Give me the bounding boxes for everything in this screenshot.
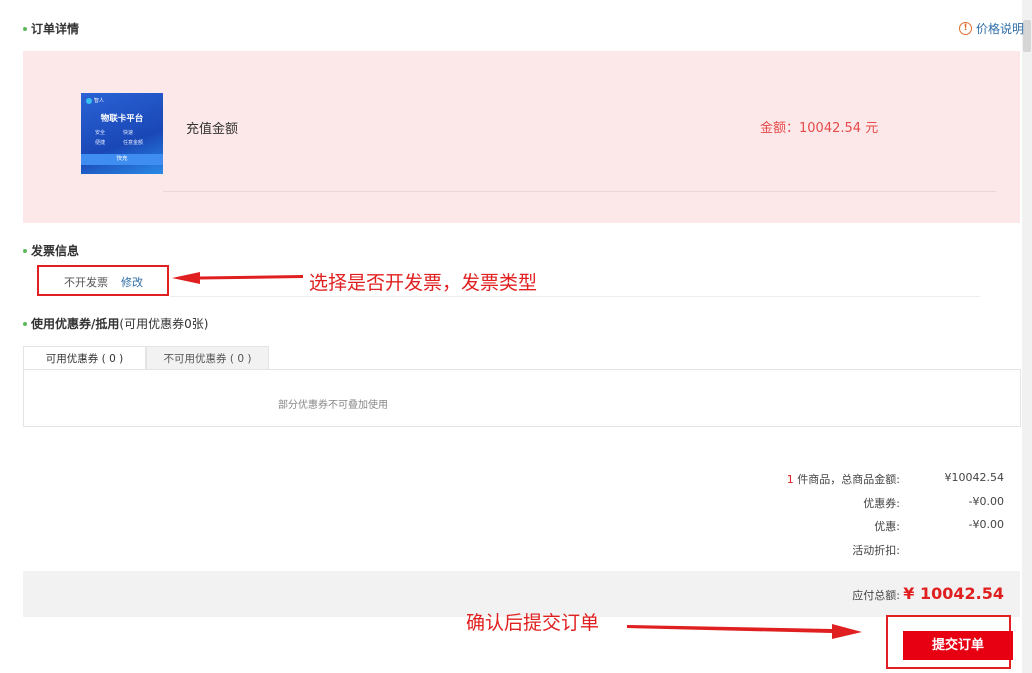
invoice-edit-link[interactable]: 修改: [121, 274, 143, 290]
divider: [170, 296, 980, 297]
submit-order-button[interactable]: 提交订单: [903, 631, 1013, 660]
tab-available-coupons[interactable]: 可用优惠券 ( 0 ): [23, 346, 146, 370]
bullet-dot-icon: [23, 26, 27, 31]
coupon-value: -¥0.00: [968, 495, 1004, 508]
product-feature: 快速: [123, 130, 134, 136]
product-feature: 安全: [95, 130, 106, 136]
activity-discount-label: 活动折扣:: [852, 544, 900, 557]
annotation-arrow-left-icon: [172, 272, 303, 284]
payable-label: 应付总额:: [852, 589, 900, 602]
order-item-panel: [23, 51, 1020, 223]
coupon-panel: [23, 369, 1021, 427]
discount-value: -¥0.00: [968, 518, 1004, 531]
annotation-arrow-right-icon: [627, 624, 862, 639]
page-scrollbar[interactable]: [1022, 0, 1032, 673]
product-image-button: 快充: [81, 154, 163, 165]
invoice-status: 不开发票: [64, 276, 108, 289]
items-total-value: ¥10042.54: [944, 471, 1005, 484]
product-amount: 金额：10042.54 元: [760, 121, 879, 136]
submit-annotation: 确认后提交订单: [466, 612, 600, 634]
product-feature: 便捷: [95, 140, 106, 146]
bullet-dot-icon: [23, 321, 27, 326]
bullet-dot-icon: [23, 248, 27, 253]
coupon-heading: 使用优惠券/抵用(可用优惠券0张): [23, 315, 208, 332]
items-total-label: 1 件商品，总商品金额:: [786, 473, 900, 486]
info-icon: !: [959, 22, 972, 35]
order-details-heading: 订单详情: [23, 20, 79, 37]
brand-logo-icon: [86, 97, 92, 104]
product-image-title: 物联卡平台: [100, 114, 144, 124]
scrollbar-thumb[interactable]: [1023, 20, 1031, 52]
product-brand: 智人: [86, 97, 104, 104]
coupon-label: 优惠券:: [863, 497, 900, 510]
coupon-note: 部分优惠券不可叠加使用: [278, 400, 388, 411]
payable-value: ¥ 10042.54: [903, 584, 1004, 603]
product-feature: 任意金额: [123, 140, 144, 146]
invoice-heading: 发票信息: [23, 242, 79, 259]
product-image: 智人 物联卡平台 安全 快速 便捷 任意金额 快充: [81, 93, 163, 174]
discount-label: 优惠:: [874, 520, 900, 533]
product-name: 充值金额: [186, 122, 239, 137]
invoice-annotation: 选择是否开发票，发票类型: [309, 272, 538, 294]
tab-unavailable-coupons[interactable]: 不可用优惠券 ( 0 ): [146, 346, 269, 370]
divider: [163, 191, 996, 192]
price-info-link[interactable]: ! 价格说明: [959, 20, 1024, 37]
